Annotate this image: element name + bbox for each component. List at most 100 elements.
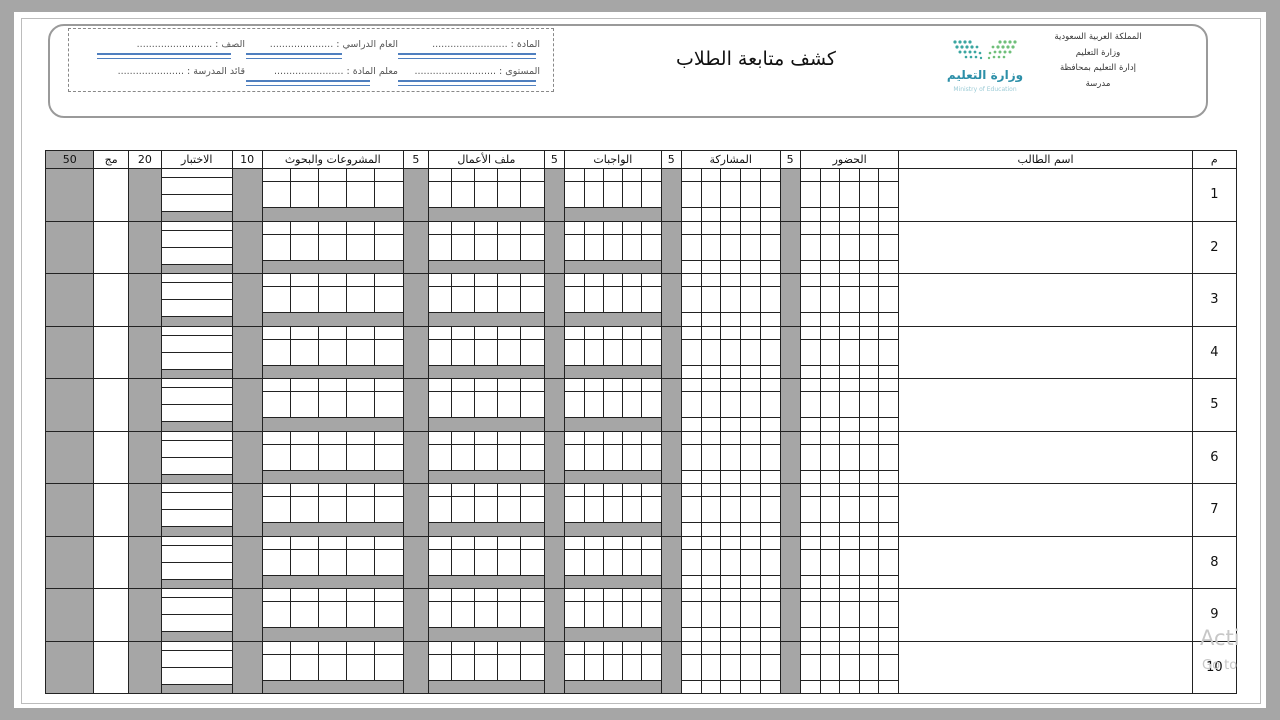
- mark-cell[interactable]: [474, 181, 499, 209]
- mark-cell[interactable]: [565, 338, 585, 366]
- mark-cell[interactable]: [161, 641, 232, 651]
- mark-cell[interactable]: [602, 233, 623, 261]
- mark-cell[interactable]: [565, 391, 585, 419]
- mark-cell[interactable]: [839, 274, 860, 288]
- attendance-score[interactable]: [779, 588, 801, 642]
- projects-score[interactable]: [231, 220, 263, 274]
- mark-cell[interactable]: [759, 169, 780, 183]
- mark-cell[interactable]: [290, 496, 320, 524]
- mark-cell[interactable]: [681, 589, 702, 603]
- mark-cell[interactable]: [161, 536, 232, 546]
- mark-cell[interactable]: [681, 181, 702, 209]
- mark-cell[interactable]: [681, 286, 702, 314]
- mark-cell[interactable]: [262, 391, 292, 419]
- total-cell[interactable]: [93, 273, 129, 327]
- mark-cell[interactable]: [565, 496, 585, 524]
- mark-cell[interactable]: [290, 326, 320, 340]
- mark-cell[interactable]: [583, 589, 604, 603]
- mark-cell[interactable]: [262, 181, 292, 209]
- mark-cell[interactable]: [819, 274, 841, 288]
- mark-cell[interactable]: [497, 221, 522, 235]
- mark-cell[interactable]: [374, 431, 403, 445]
- student-name-cell[interactable]: [898, 220, 1193, 274]
- mark-cell[interactable]: [740, 469, 761, 483]
- mark-cell[interactable]: [346, 379, 376, 393]
- mark-cell[interactable]: [290, 233, 320, 261]
- mark-cell[interactable]: [641, 536, 661, 550]
- subtotal-cell[interactable]: [565, 679, 661, 693]
- grand-total-cell[interactable]: [44, 640, 95, 694]
- mark-cell[interactable]: [700, 221, 722, 235]
- mark-cell[interactable]: [800, 417, 821, 431]
- mark-cell[interactable]: [520, 496, 544, 524]
- mark-cell[interactable]: [474, 589, 499, 603]
- student-name-cell[interactable]: [898, 483, 1193, 537]
- mark-cell[interactable]: [290, 391, 320, 419]
- mark-cell[interactable]: [262, 286, 292, 314]
- mark-cell[interactable]: [740, 536, 761, 550]
- mark-cell[interactable]: [451, 326, 476, 340]
- mark-cell[interactable]: [740, 484, 761, 498]
- mark-cell[interactable]: [497, 589, 522, 603]
- mark-cell[interactable]: [497, 379, 522, 393]
- mark-cell[interactable]: [858, 522, 880, 536]
- mark-cell[interactable]: [819, 207, 841, 221]
- mark-cell[interactable]: [621, 221, 643, 235]
- mark-cell[interactable]: [161, 431, 232, 441]
- mark-cell[interactable]: [759, 627, 780, 641]
- mark-cell[interactable]: [374, 326, 403, 340]
- mark-cell[interactable]: [318, 443, 348, 471]
- mark-cell[interactable]: [681, 326, 702, 340]
- mark-cell[interactable]: [583, 286, 604, 314]
- mark-cell[interactable]: [839, 286, 860, 314]
- mark-cell[interactable]: [819, 627, 841, 641]
- mark-cell[interactable]: [262, 496, 292, 524]
- mark-cell[interactable]: [583, 379, 604, 393]
- mark-cell[interactable]: [720, 221, 741, 235]
- mark-cell[interactable]: [819, 536, 841, 550]
- total-cell[interactable]: [93, 483, 129, 537]
- mark-cell[interactable]: [428, 496, 453, 524]
- mark-cell[interactable]: [681, 469, 702, 483]
- mark-cell[interactable]: [720, 169, 741, 183]
- projects-score[interactable]: [231, 640, 263, 694]
- subtotal-cell[interactable]: [565, 574, 661, 588]
- mark-cell[interactable]: [858, 417, 880, 431]
- mark-cell[interactable]: [161, 379, 232, 389]
- mark-cell[interactable]: [346, 169, 376, 183]
- mark-cell[interactable]: [839, 641, 860, 655]
- mark-cell[interactable]: [819, 221, 841, 235]
- subtotal-cell[interactable]: [565, 364, 661, 378]
- mark-cell[interactable]: [740, 589, 761, 603]
- mark-cell[interactable]: [800, 312, 821, 326]
- mark-cell[interactable]: [346, 601, 376, 629]
- grand-total-cell[interactable]: [44, 325, 95, 379]
- mark-cell[interactable]: [740, 233, 761, 261]
- mark-cell[interactable]: [374, 641, 403, 655]
- mark-cell[interactable]: [497, 641, 522, 655]
- mark-cell[interactable]: [520, 169, 544, 183]
- mark-cell[interactable]: [346, 286, 376, 314]
- mark-cell[interactable]: [759, 312, 780, 326]
- mark-cell[interactable]: [819, 641, 841, 655]
- mark-cell[interactable]: [497, 181, 522, 209]
- mark-cell[interactable]: [374, 443, 403, 471]
- subtotal-cell[interactable]: [161, 263, 232, 273]
- subtotal-cell[interactable]: [565, 469, 661, 483]
- exam-score[interactable]: [127, 535, 162, 589]
- mark-cell[interactable]: [451, 589, 476, 603]
- mark-cell[interactable]: [428, 169, 453, 183]
- mark-cell[interactable]: [700, 601, 722, 629]
- total-cell[interactable]: [93, 430, 129, 484]
- mark-cell[interactable]: [520, 274, 544, 288]
- participation-score[interactable]: [660, 378, 682, 432]
- mark-cell[interactable]: [839, 653, 860, 681]
- mark-cell[interactable]: [720, 679, 741, 693]
- mark-cell[interactable]: [602, 484, 623, 498]
- mark-cell[interactable]: [161, 404, 232, 423]
- mark-cell[interactable]: [720, 326, 741, 340]
- grand-total-cell[interactable]: [44, 273, 95, 327]
- mark-cell[interactable]: [878, 522, 899, 536]
- mark-cell[interactable]: [641, 589, 661, 603]
- mark-cell[interactable]: [602, 181, 623, 209]
